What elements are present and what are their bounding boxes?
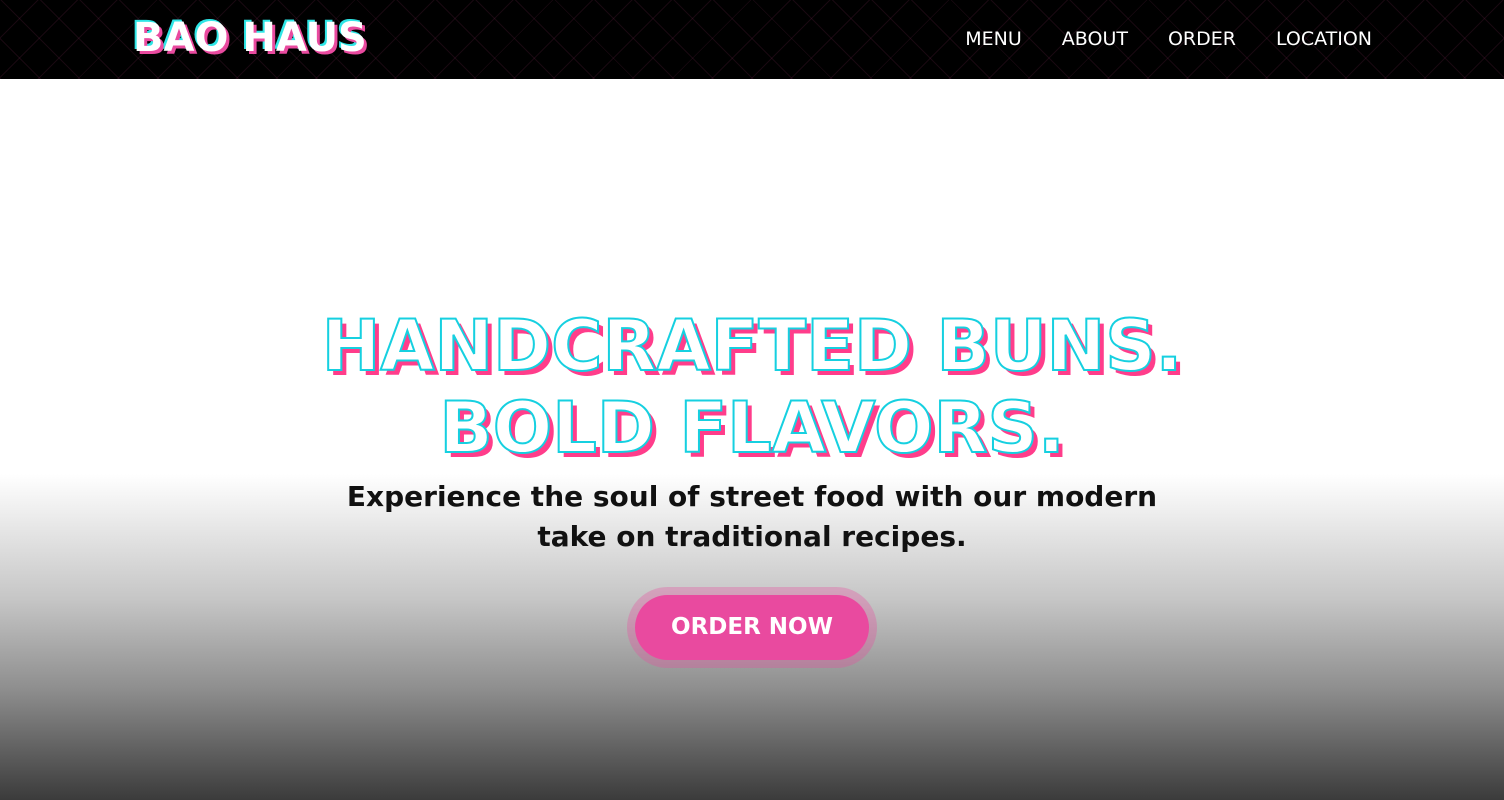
hero-section: HANDCRAFTED BUNS. BOLD FLAVORS. Experien… [0, 79, 1504, 800]
site-header: BAO HAUS MENU ABOUT ORDER LOCATION [0, 0, 1504, 79]
nav-link-order[interactable]: ORDER [1168, 26, 1236, 52]
hero-headline-line-1: HANDCRAFTED BUNS. [321, 304, 1184, 388]
brand-logo[interactable]: BAO HAUS [133, 14, 367, 62]
nav-link-about[interactable]: ABOUT [1062, 26, 1128, 52]
hero-headline: HANDCRAFTED BUNS. BOLD FLAVORS. [0, 304, 1504, 470]
order-now-button[interactable]: ORDER NOW [635, 595, 869, 660]
main-nav: MENU ABOUT ORDER LOCATION [965, 26, 1372, 52]
nav-link-location[interactable]: LOCATION [1276, 26, 1372, 52]
nav-link-menu[interactable]: MENU [965, 26, 1022, 52]
hero-subtitle: Experience the soul of street food with … [346, 480, 1158, 553]
hero-headline-line-2: BOLD FLAVORS. [438, 386, 1065, 470]
